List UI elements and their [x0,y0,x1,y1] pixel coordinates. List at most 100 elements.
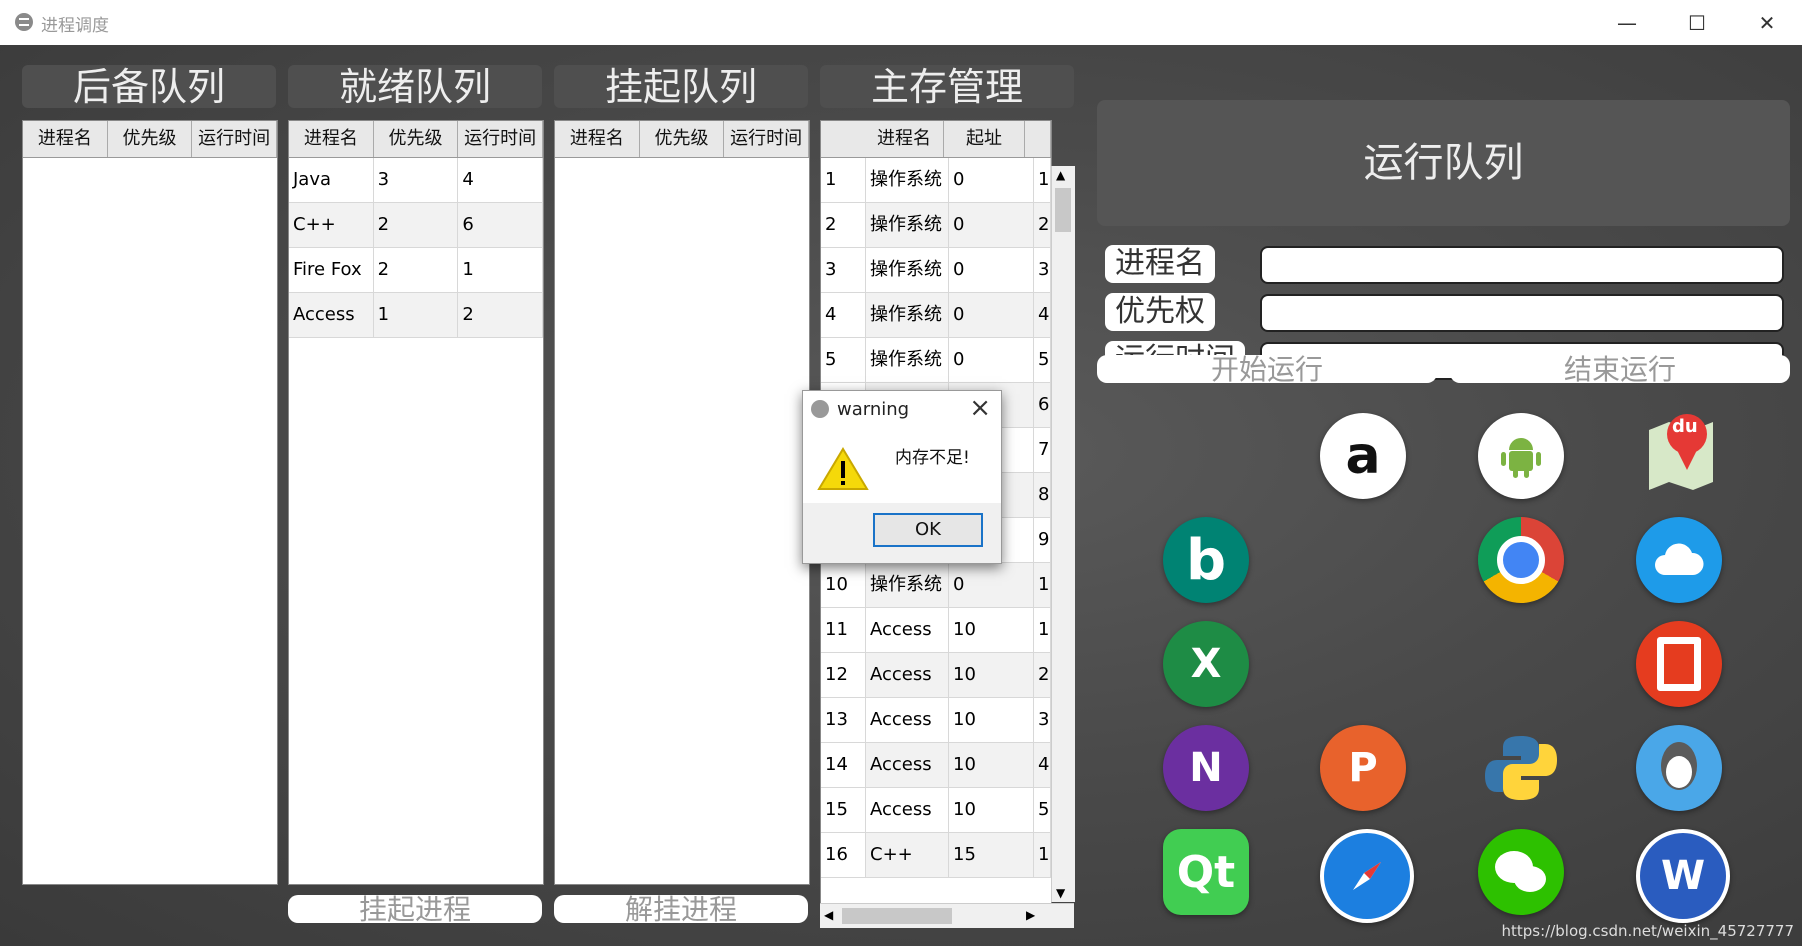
title-bar: 进程调度 — ☐ ✕ [0,0,1802,46]
table-cell: 9 [1034,518,1051,562]
scroll-left-icon[interactable]: ◀ [824,908,833,922]
baidu-map-icon[interactable]: du [1638,410,1724,496]
column-header[interactable]: 运行时间 [724,121,809,157]
table-cell: 7 [1034,428,1051,472]
table-row[interactable]: 16 C++ 15 1 [821,833,1051,878]
column-header[interactable]: 运行时间 [192,121,277,157]
table-row[interactable]: C++ 2 6 [289,203,543,248]
column-header[interactable] [1025,121,1051,157]
powerpoint-icon[interactable]: P [1320,725,1406,811]
table-cell: 10 [949,653,1034,697]
minimize-button[interactable]: — [1592,0,1662,45]
python-icon[interactable] [1478,725,1564,811]
scroll-right-icon[interactable]: ▶ [1026,908,1035,922]
suspend-process-button[interactable]: 挂起进程 [288,895,542,925]
table-cell: 操作系统 [866,293,949,337]
word-icon[interactable]: W [1636,829,1730,923]
horizontal-scrollbar[interactable]: ◀ ▶ [820,903,1074,928]
table-row[interactable]: 3 操作系统 0 3 [821,248,1051,293]
warning-icon [817,447,869,490]
qq-icon[interactable] [1636,725,1722,811]
priority-field[interactable] [1260,294,1784,332]
app-icon [15,13,33,31]
table-cell: Fire Fox [289,248,374,292]
table-cell: Access [289,293,374,337]
memory-management-title: 主存管理 [820,65,1074,109]
suspend-queue-table[interactable]: 进程名 优先级 运行时间 [554,120,810,885]
wechat-icon[interactable] [1478,829,1564,915]
table-cell: 操作系统 [866,203,949,247]
dialog-message: 内存不足! [895,448,970,468]
office-icon[interactable] [1636,621,1722,707]
table-row[interactable]: 13 Access 10 3 [821,698,1051,743]
table-row[interactable]: 10操作系统010 [821,563,1051,608]
column-header[interactable]: 优先级 [374,121,459,157]
qt-icon[interactable]: Qt [1163,829,1249,915]
table-cell: 6 [1034,383,1051,427]
table-row[interactable]: 14 Access 10 4 [821,743,1051,788]
column-header[interactable]: 进程名 [289,121,374,157]
table-cell: 1 [1034,833,1051,877]
table-cell: C++ [289,203,374,247]
excel-icon[interactable]: X [1163,621,1249,707]
scroll-up-icon[interactable]: ▲ [1056,168,1065,182]
table-cell: 1 [374,293,459,337]
table-row[interactable]: Java 3 4 [289,158,543,203]
table-header: 进程名 优先级 运行时间 [555,121,809,158]
bing-icon[interactable]: b [1163,517,1249,603]
cloud-glyph [1655,543,1704,575]
column-header[interactable]: 进程名 [865,121,944,157]
table-row[interactable]: 11 Access 10 1 [821,608,1051,653]
table-cell: 10 [949,788,1034,832]
python-glyph [1485,736,1557,800]
stop-run-button[interactable]: 结束运行 [1450,355,1790,385]
scroll-thumb[interactable] [842,908,952,924]
android-icon[interactable] [1478,413,1564,499]
onenote-icon[interactable]: N [1163,725,1249,811]
table-cell: 1 [458,248,543,292]
ready-queue-table[interactable]: 进程名 优先级 运行时间 Java 3 4 C++ 2 6 Fire Fox 2… [288,120,544,885]
resume-process-button[interactable]: 解挂进程 [554,895,808,925]
ok-button[interactable]: OK [873,513,983,547]
close-icon[interactable]: × [969,393,991,423]
column-header[interactable]: 优先级 [640,121,725,157]
table-row[interactable]: Fire Fox 2 1 [289,248,543,293]
table-row[interactable]: 12 Access 10 2 [821,653,1051,698]
table-cell: Access [866,788,949,832]
column-header[interactable]: 进程名 [555,121,640,157]
column-header[interactable]: 进程名 [23,121,108,157]
table-row[interactable]: 4 操作系统 0 4 [821,293,1051,338]
chrome-center [1497,536,1545,584]
table-row[interactable]: 15 Access 10 5 [821,788,1051,833]
chrome-icon[interactable] [1478,517,1564,603]
table-cell: 2 [374,248,459,292]
vertical-scrollbar[interactable]: ▲ ▼ [1051,166,1075,902]
scroll-thumb[interactable] [1055,188,1071,232]
table-cell: 4 [1034,743,1051,787]
qt-text: Qt [1176,846,1236,898]
onedrive-icon[interactable] [1636,517,1722,603]
maximize-button[interactable]: ☐ [1662,0,1732,45]
backup-queue-table[interactable]: 进程名 优先级 运行时间 [22,120,278,885]
process-name-field[interactable] [1260,246,1784,284]
column-header[interactable]: 运行时间 [458,121,543,157]
word-letter: W [1660,853,1706,899]
safari-icon[interactable] [1320,829,1414,923]
table-row[interactable]: Access 1 2 [289,293,543,338]
table-cell: 10 [949,743,1034,787]
scroll-down-icon[interactable]: ▼ [1056,886,1065,900]
amazon-icon[interactable]: a [1320,413,1406,499]
warning-dialog: warning × 内存不足! OK [802,390,1002,564]
column-header[interactable]: 起址 [944,121,1025,157]
start-run-button[interactable]: 开始运行 [1097,355,1437,385]
table-row[interactable]: 5 操作系统 0 5 [821,338,1051,383]
row-index: 12 [821,653,866,697]
column-header[interactable]: 优先级 [108,121,193,157]
table-cell: 操作系统 [866,248,949,292]
table-cell: 5 [1034,338,1051,382]
table-row[interactable]: 2 操作系统 0 2 [821,203,1051,248]
table-row[interactable]: 1 操作系统 0 1 [821,158,1051,203]
office-glyph [1657,637,1701,691]
baidu-text: du [1672,416,1698,437]
close-button[interactable]: ✕ [1732,0,1802,45]
